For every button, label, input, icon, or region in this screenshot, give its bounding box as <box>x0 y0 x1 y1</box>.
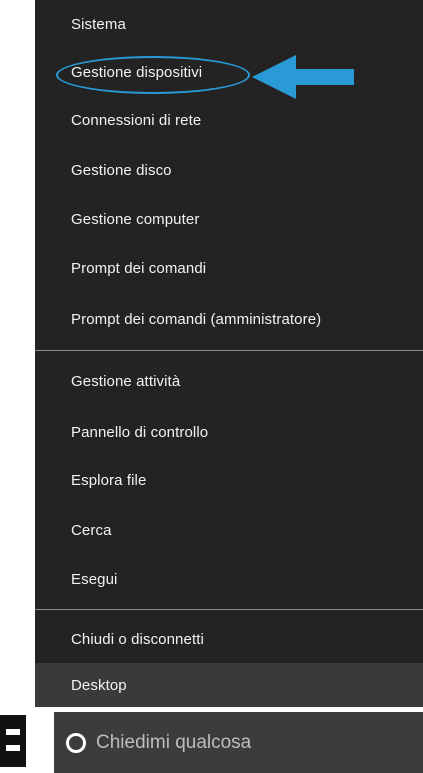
menu-item-desktop[interactable]: Desktop <box>35 663 423 707</box>
menu-separator <box>35 609 423 610</box>
menu-item-gestione-disco[interactable]: Gestione disco <box>35 146 423 194</box>
menu-item-label: Gestione dispositivi <box>71 63 203 81</box>
menu-item-label: Gestione attività <box>71 372 181 390</box>
menu-item-label: Sistema <box>71 15 126 33</box>
cortana-ring-icon <box>66 732 86 753</box>
menu-item-gestione-computer[interactable]: Gestione computer <box>35 195 423 243</box>
windows-start-icon[interactable] <box>0 715 26 767</box>
menu-item-label: Connessioni di rete <box>71 111 202 129</box>
menu-item-label: Esegui <box>71 570 118 588</box>
menu-item-label: Gestione disco <box>71 161 172 179</box>
menu-item-label: Prompt dei comandi <box>71 259 207 277</box>
menu-item-gestione-dispositivi[interactable]: Gestione dispositivi <box>35 48 423 96</box>
menu-item-sistema[interactable]: Sistema <box>35 0 423 48</box>
menu-item-pannello-di-controllo[interactable]: Pannello di controllo <box>35 408 423 456</box>
menu-item-label: Desktop <box>71 676 127 694</box>
menu-item-label: Cerca <box>71 521 112 539</box>
menu-item-label: Pannello di controllo <box>71 423 209 441</box>
menu-item-prompt-dei-comandi-admin[interactable]: Prompt dei comandi (amministratore) <box>35 295 423 343</box>
menu-item-label: Prompt dei comandi (amministratore) <box>71 310 322 328</box>
menu-item-chiudi-o-disconnetti[interactable]: Chiudi o disconnetti <box>35 615 423 663</box>
search-placeholder: Chiedimi qualcosa <box>96 731 252 753</box>
menu-item-gestione-attivita[interactable]: Gestione attività <box>35 357 423 405</box>
screen: Sistema Gestione dispositivi Connessioni… <box>0 0 423 773</box>
start-icon-bar <box>6 729 20 735</box>
menu-item-label: Chiudi o disconnetti <box>71 630 204 648</box>
menu-item-prompt-dei-comandi[interactable]: Prompt dei comandi <box>35 244 423 292</box>
menu-item-cerca[interactable]: Cerca <box>35 506 423 554</box>
menu-item-esplora-file[interactable]: Esplora file <box>35 456 423 504</box>
menu-item-label: Gestione computer <box>71 210 200 228</box>
menu-item-connessioni-di-rete[interactable]: Connessioni di rete <box>35 96 423 144</box>
start-icon-bar <box>6 745 20 751</box>
taskbar-search-box[interactable]: Chiedimi qualcosa <box>54 712 423 773</box>
menu-item-label: Esplora file <box>71 471 147 489</box>
winx-context-menu: Sistema Gestione dispositivi Connessioni… <box>35 0 423 707</box>
menu-item-esegui[interactable]: Esegui <box>35 555 423 603</box>
menu-separator <box>35 350 423 351</box>
